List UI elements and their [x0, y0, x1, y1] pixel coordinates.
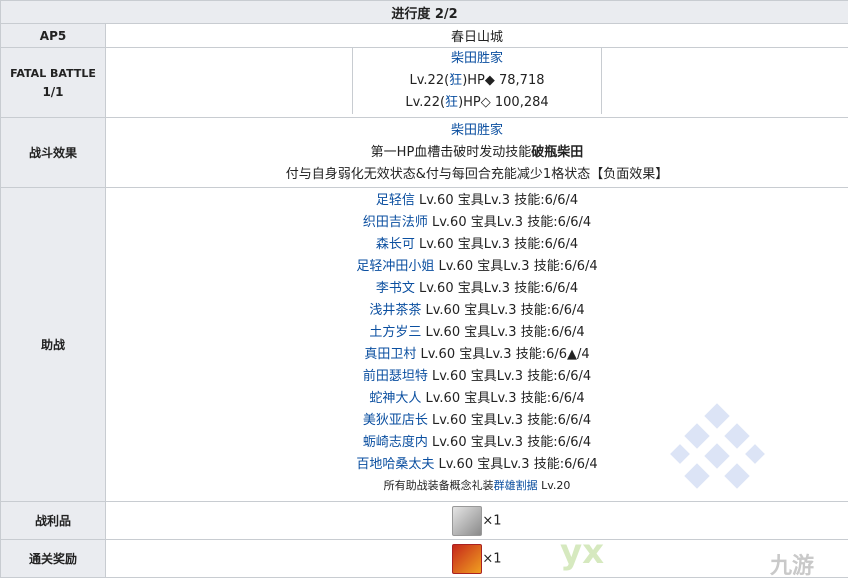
- fatal-battle-label: FATAL BATTLE 1/1: [0, 47, 106, 118]
- support-row: 蛇神大人 Lv.60 宝具Lv.3 技能:6/6/4: [106, 388, 848, 410]
- support-servant-link[interactable]: 李书文: [376, 281, 415, 296]
- support-stats: Lv.60 宝具Lv.3 技能:6/6/4: [421, 325, 585, 340]
- battle-effect-cell: 柴田胜家 第一HP血槽击破时发动技能破瓶柴田 付与自身弱化无效状态&付与每回合充…: [105, 117, 848, 188]
- support-row: 美狄亚店长 Lv.60 宝具Lv.3 技能:6/6/4: [106, 410, 848, 432]
- effect-line-2: 付与自身弱化无效状态&付与每回合充能减少1格状态【负面效果】: [285, 166, 669, 182]
- support-servant-link[interactable]: 足轻冲田小姐: [356, 259, 434, 274]
- support-stats: Lv.60 宝具Lv.3 技能:6/6/4: [414, 237, 579, 252]
- support-row: 真田卫村 Lv.60 宝具Lv.3 技能:6/6▲/4: [106, 344, 848, 366]
- boss-hp-2: )HP◇ 100,284: [458, 95, 549, 110]
- support-servant-link[interactable]: 百地哈桑太夫: [356, 457, 434, 472]
- boss-hp-line-2: Lv.22(狂)HP◇ 100,284: [353, 92, 601, 114]
- class-berserker-link-1[interactable]: 狂: [449, 73, 462, 88]
- support-stats: Lv.60 宝具Lv.3 技能:6/6/4: [421, 391, 585, 406]
- ap-label: AP5: [0, 23, 106, 48]
- support-servant-link[interactable]: 美狄亚店长: [363, 413, 428, 428]
- class-berserker-link-2[interactable]: 狂: [445, 95, 458, 110]
- support-label: 助战: [0, 187, 106, 502]
- support-row: 森长可 Lv.60 宝具Lv.3 技能:6/6/4: [106, 234, 848, 256]
- support-list: 足轻信 Lv.60 宝具Lv.3 技能:6/6/4 织田吉法师 Lv.60 宝具L…: [106, 190, 848, 476]
- support-stats: Lv.60 宝具Lv.3 技能:6/6/4: [434, 457, 598, 472]
- support-stats: Lv.60 宝具Lv.3 技能:6/6/4: [427, 435, 592, 450]
- support-stats: Lv.60 宝具Lv.3 技能:6/6/4: [414, 281, 579, 296]
- support-row: 土方岁三 Lv.60 宝具Lv.3 技能:6/6/4: [106, 322, 848, 344]
- loot-label: 战利品: [0, 501, 106, 540]
- boss-level-2: Lv.22(: [405, 95, 446, 110]
- support-row: 足轻冲田小姐 Lv.60 宝具Lv.3 技能:6/6/4: [106, 256, 848, 278]
- support-servant-link[interactable]: 浅井茶茶: [369, 303, 421, 318]
- boss-hp-1: )HP◆ 78,718: [462, 73, 545, 88]
- support-footer: 所有助战装备概念礼装群雄割据 Lv.20: [106, 476, 848, 496]
- support-row: 前田瑟坦特 Lv.60 宝具Lv.3 技能:6/6/4: [106, 366, 848, 388]
- loot-count: ×1: [482, 513, 502, 528]
- fatal-battle-count: 1/1: [42, 84, 64, 99]
- support-servant-link[interactable]: 足轻信: [376, 193, 415, 208]
- support-servant-link[interactable]: 真田卫村: [364, 347, 416, 362]
- support-stats: Lv.60 宝具Lv.3 技能:6/6/4: [421, 303, 585, 318]
- boss-box: 柴田胜家 Lv.22(狂)HP◆ 78,718 Lv.22(狂)HP◇ 100,…: [352, 48, 602, 114]
- effect-skill-name: 破瓶柴田: [531, 144, 584, 160]
- reward-cell: ×1: [105, 539, 848, 578]
- fatal-battle-title: FATAL BATTLE: [10, 66, 96, 80]
- silver-figure-icon[interactable]: [452, 505, 483, 536]
- support-stats: Lv.60 宝具Lv.3 技能:6/6/4: [427, 413, 592, 428]
- support-row: 织田吉法师 Lv.60 宝具Lv.3 技能:6/6/4: [106, 212, 848, 234]
- support-servant-link[interactable]: 森长可: [376, 237, 415, 252]
- red-servant-card-icon[interactable]: [452, 543, 483, 574]
- quest-info-table: 进行度 2/2 AP5 春日山城 FATAL BATTLE 1/1 柴田胜家 L…: [0, 0, 848, 578]
- loot-cell: ×1: [105, 501, 848, 540]
- boss-cell: 柴田胜家 Lv.22(狂)HP◆ 78,718 Lv.22(狂)HP◇ 100,…: [105, 47, 848, 118]
- effect-line-1: 第一HP血槽击破时发动技能破瓶柴田: [106, 142, 848, 164]
- support-servant-link[interactable]: 蛇神大人: [369, 391, 421, 406]
- support-servant-link[interactable]: 土方岁三: [369, 325, 421, 340]
- support-servant-link[interactable]: 前田瑟坦特: [363, 369, 428, 384]
- clear-reward-label: 通关奖励: [0, 539, 106, 578]
- support-footer-post: Lv.20: [537, 479, 571, 492]
- support-stats: Lv.60 宝具Lv.3 技能:6/6/4: [434, 259, 598, 274]
- support-stats: Lv.60 宝具Lv.3 技能:6/6/4: [427, 215, 592, 230]
- support-stats: Lv.60 宝具Lv.3 技能:6/6/4: [427, 369, 592, 384]
- boss-hp-line-1: Lv.22(狂)HP◆ 78,718: [353, 70, 601, 92]
- effect-boss-link[interactable]: 柴田胜家: [451, 123, 503, 138]
- battle-effect-label: 战斗效果: [0, 117, 106, 188]
- support-row: 百地哈桑太夫 Lv.60 宝具Lv.3 技能:6/6/4: [106, 454, 848, 476]
- progress-header: 进行度 2/2: [0, 0, 848, 24]
- support-cell: 足轻信 Lv.60 宝具Lv.3 技能:6/6/4 织田吉法师 Lv.60 宝具L…: [105, 187, 848, 502]
- boss-name-link[interactable]: 柴田胜家: [451, 51, 503, 66]
- effect-trigger-text: 第一HP血槽击破时发动技能: [370, 144, 532, 160]
- boss-level-1: Lv.22(: [409, 73, 450, 88]
- support-row: 浅井茶茶 Lv.60 宝具Lv.3 技能:6/6/4: [106, 300, 848, 322]
- reward-count: ×1: [482, 551, 502, 566]
- support-servant-link[interactable]: 蛎崎志度内: [363, 435, 428, 450]
- support-row: 李书文 Lv.60 宝具Lv.3 技能:6/6/4: [106, 278, 848, 300]
- support-stats: Lv.60 宝具Lv.3 技能:6/6/4: [414, 193, 579, 208]
- location-value: 春日山城: [105, 23, 848, 48]
- support-footer-pre: 所有助战装备概念礼装: [383, 479, 494, 492]
- support-stats: Lv.60 宝具Lv.3 技能:6/6▲/4: [416, 347, 590, 362]
- support-servant-link[interactable]: 织田吉法师: [363, 215, 428, 230]
- support-row: 足轻信 Lv.60 宝具Lv.3 技能:6/6/4: [106, 190, 848, 212]
- support-row: 蛎崎志度内 Lv.60 宝具Lv.3 技能:6/6/4: [106, 432, 848, 454]
- craft-essence-link[interactable]: 群雄割据: [494, 479, 538, 492]
